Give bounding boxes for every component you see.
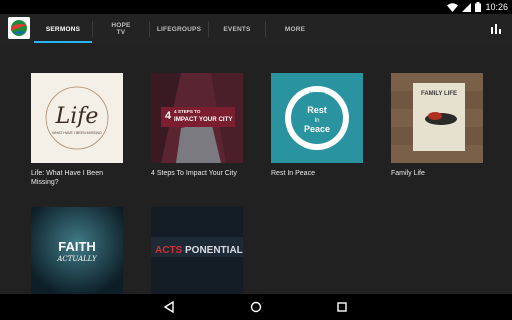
recents-icon[interactable]	[335, 300, 349, 314]
artwork-subtitle: ACTUALLY	[56, 255, 98, 263]
artwork-title: FAMILY LIFE	[421, 91, 457, 97]
sermon-card[interactable]: FAMILY LIFE Family Life	[391, 73, 483, 178]
sermon-card[interactable]: FAITH ACTUALLY	[31, 207, 123, 297]
wifi-icon	[447, 2, 459, 12]
sermon-title: Life: What Have I Been Missing?	[31, 170, 103, 186]
sermon-card[interactable]: ACTS PONENTIAL	[151, 207, 243, 297]
tab-events[interactable]: EVENTS	[209, 14, 265, 44]
sermon-artwork: ACTS PONENTIAL	[151, 207, 243, 297]
system-nav-bar	[0, 294, 512, 320]
artwork-subtitle: IMPACT YOUR CITY	[174, 116, 233, 123]
tab-lifegroups[interactable]: LIFEGROUPS	[150, 14, 208, 44]
artwork-title: FAITH	[58, 239, 96, 254]
svg-text:4: 4	[165, 110, 172, 122]
home-icon[interactable]	[249, 300, 263, 314]
sermon-artwork: 4 4 STEPS TO IMPACT YOUR CITY	[151, 73, 243, 163]
sermon-card[interactable]: Welcome Rest In Peace Rest In Peace	[271, 73, 363, 178]
app-bar: SERMONS HOPE TV LIFEGROUPS EVENTS MORE	[0, 14, 512, 44]
signal-icon	[462, 2, 472, 12]
status-bar: 10:26	[0, 0, 512, 14]
sermon-artwork: Life WHAT HAVE I BEEN MISSING	[31, 73, 123, 163]
tab-sermons[interactable]: SERMONS	[34, 14, 92, 44]
status-icons: 10:26	[447, 1, 508, 13]
tab-lifegroups-label: LIFEGROUPS	[156, 25, 202, 33]
sermon-artwork: Welcome Rest In Peace	[271, 73, 363, 163]
tab-hope-tv[interactable]: HOPE TV	[93, 14, 149, 44]
svg-text:Rest: Rest	[307, 105, 327, 115]
app-logo	[8, 17, 30, 39]
sermon-title: 4 Steps To Impact Your City	[151, 170, 237, 177]
back-icon[interactable]	[162, 300, 176, 314]
clock: 10:26	[485, 2, 508, 12]
artwork-subtitle: WHAT HAVE I BEEN MISSING	[52, 131, 102, 135]
tab-sermons-label: SERMONS	[45, 25, 81, 33]
artwork-title: Life	[55, 104, 99, 129]
artwork-subtitle: Welcome	[309, 90, 326, 95]
tab-more[interactable]: MORE	[266, 14, 324, 44]
sermon-artwork: FAMILY LIFE	[391, 73, 483, 163]
sermon-card[interactable]: 4 4 STEPS TO IMPACT YOUR CITY 4 Steps To…	[151, 73, 243, 178]
artwork-title: ACTS	[155, 245, 183, 256]
sermon-title: Family Life	[391, 170, 425, 177]
tab-hope-tv-label: HOPE TV	[111, 22, 131, 36]
svg-text:Peace: Peace	[304, 124, 330, 134]
sermon-title: Rest In Peace	[271, 170, 315, 177]
tab-more-label: MORE	[284, 25, 306, 33]
artwork-subtitle: PONENTIAL	[185, 245, 243, 256]
tab-bar: SERMONS HOPE TV LIFEGROUPS EVENTS MORE	[34, 14, 324, 44]
battery-icon	[475, 2, 482, 12]
sermon-card[interactable]: Life WHAT HAVE I BEEN MISSING Life: What…	[31, 73, 123, 187]
bar-chart-icon[interactable]	[490, 23, 502, 35]
sermon-artwork: FAITH ACTUALLY	[31, 207, 123, 297]
artwork-title: 4 STEPS TO	[174, 109, 201, 114]
tab-events-label: EVENTS	[223, 25, 251, 33]
